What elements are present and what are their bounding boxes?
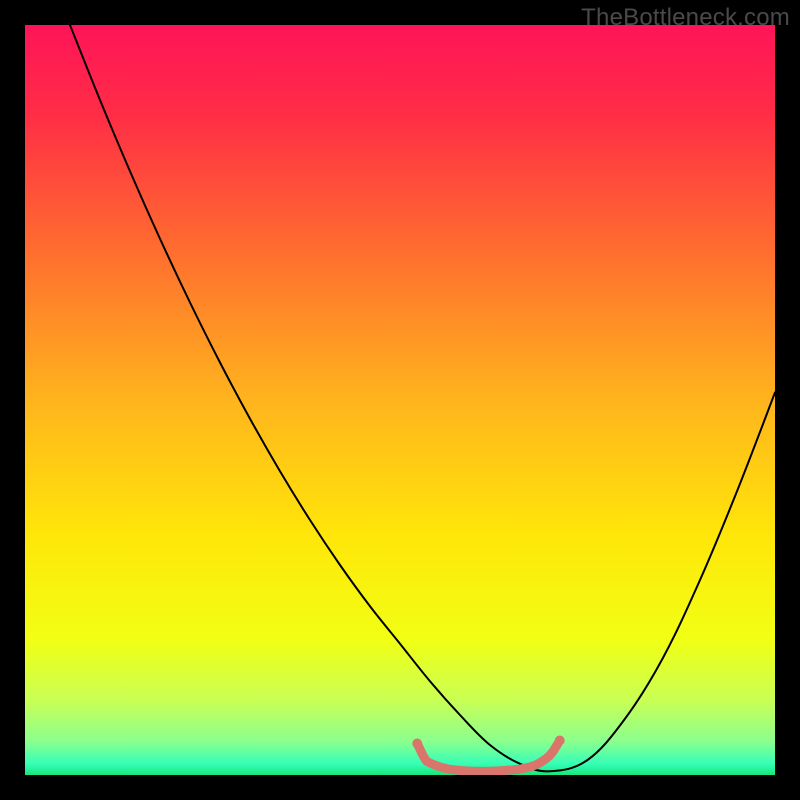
optimal-zone-endpoint (412, 739, 422, 749)
optimal-zone-endpoint (555, 736, 565, 746)
watermark-text: TheBottleneck.com (581, 4, 790, 32)
chart-frame: TheBottleneck.com (0, 0, 800, 800)
chart-svg (25, 25, 775, 775)
plot-area (25, 25, 775, 775)
gradient-background (25, 25, 775, 775)
